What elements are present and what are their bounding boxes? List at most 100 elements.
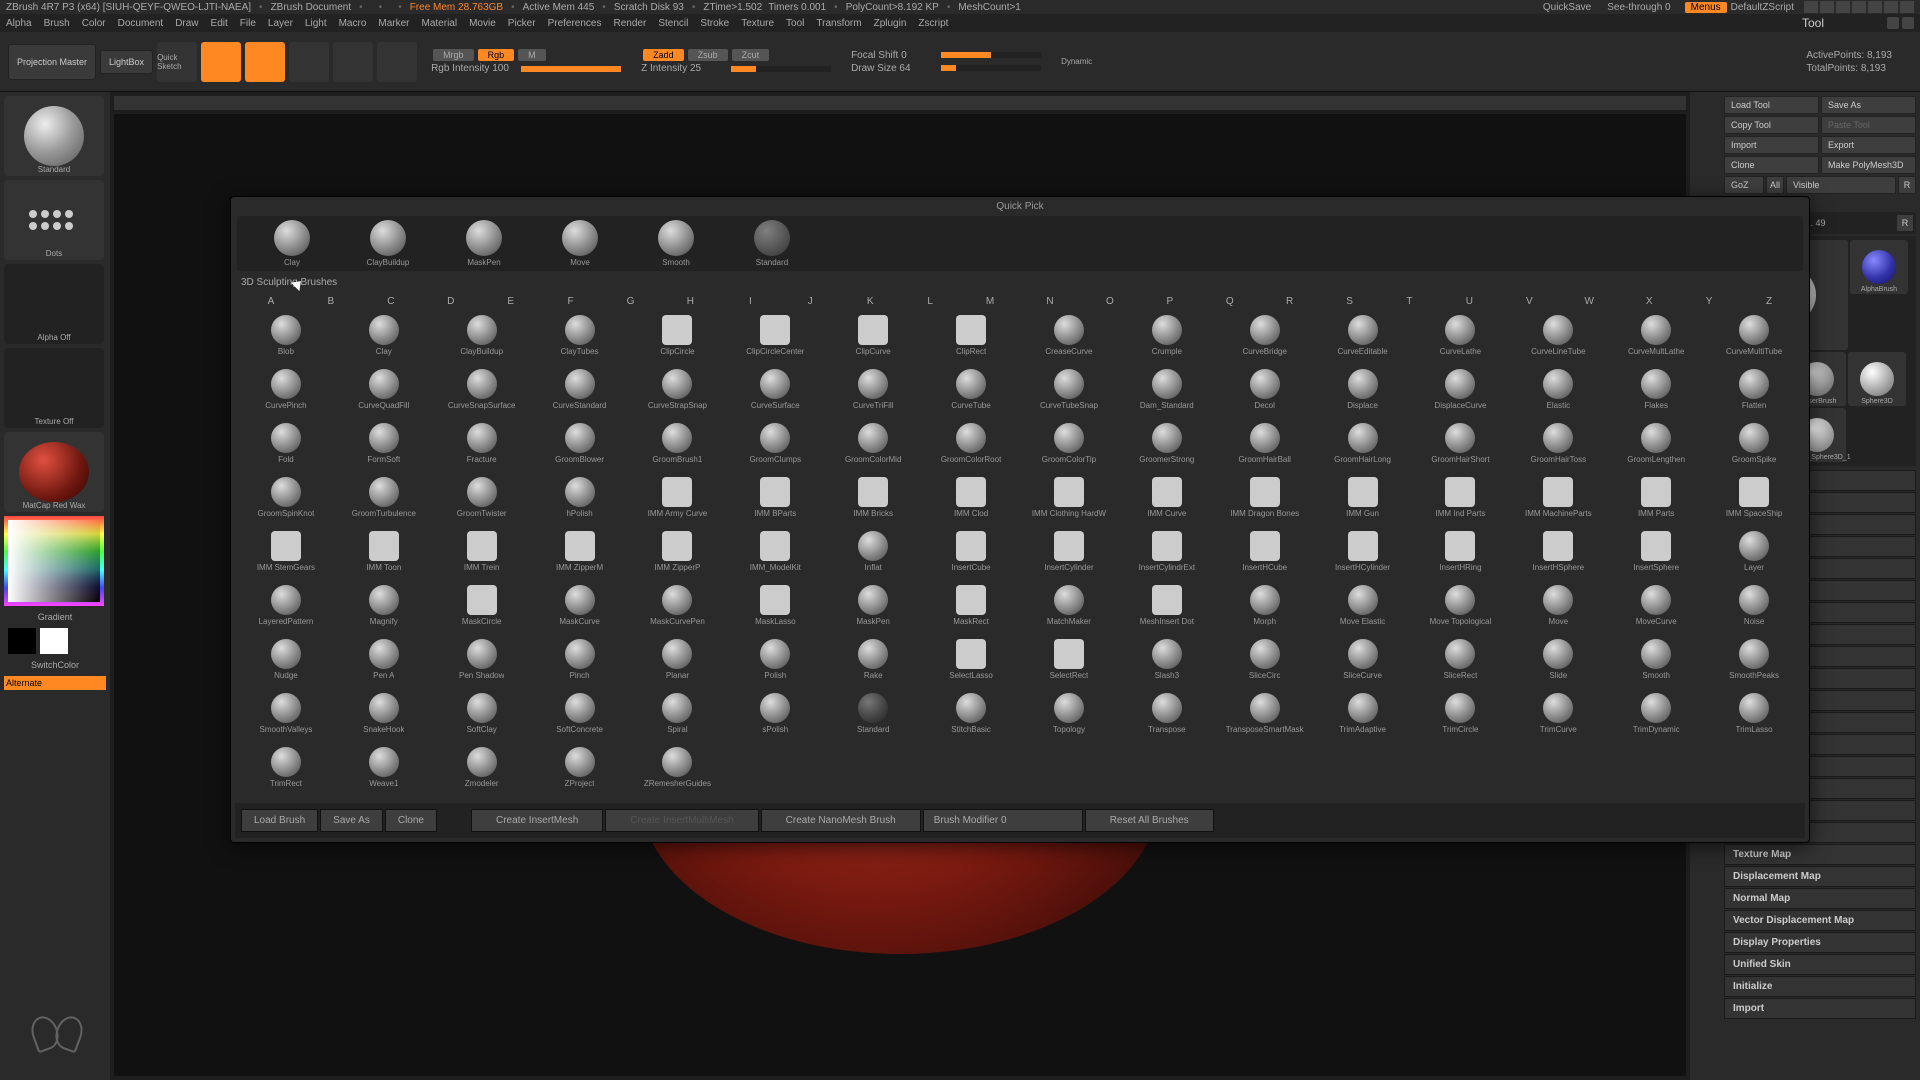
- brush-insertcube[interactable]: InsertCube: [922, 527, 1020, 581]
- menu-movie[interactable]: Movie: [469, 18, 496, 29]
- brush-groomerstrong[interactable]: GroomerStrong: [1118, 419, 1216, 473]
- brush-groomturbulence[interactable]: GroomTurbulence: [335, 473, 433, 527]
- brush-displacecurve[interactable]: DisplaceCurve: [1412, 365, 1510, 419]
- brush-standard[interactable]: Standard: [824, 689, 922, 743]
- alpha-filter-Q[interactable]: Q: [1200, 296, 1260, 307]
- alpha-filter-F[interactable]: F: [541, 296, 601, 307]
- alpha-filter-S[interactable]: S: [1320, 296, 1380, 307]
- edit-mode-button[interactable]: [201, 42, 241, 82]
- brush-spolish[interactable]: sPolish: [726, 689, 824, 743]
- clone-brush-button[interactable]: Clone: [385, 809, 437, 832]
- tool-thumb-sphere3d[interactable]: Sphere3D: [1848, 352, 1906, 406]
- brush-layeredpattern[interactable]: LayeredPattern: [237, 581, 335, 635]
- brush-planar[interactable]: Planar: [629, 635, 727, 689]
- alpha-filter-H[interactable]: H: [660, 296, 720, 307]
- brush-move-elastic[interactable]: Move Elastic: [1314, 581, 1412, 635]
- brush-pen-shadow[interactable]: Pen Shadow: [433, 635, 531, 689]
- brush-curvemultlathe[interactable]: CurveMultLathe: [1607, 311, 1705, 365]
- menu-render[interactable]: Render: [614, 18, 647, 29]
- brush-trimlasso[interactable]: TrimLasso: [1705, 689, 1803, 743]
- menu-document[interactable]: Document: [118, 18, 164, 29]
- stroke-thumbnail[interactable]: Dots: [4, 180, 104, 260]
- window-btn-3[interactable]: [1836, 1, 1850, 13]
- rotate-mode-button[interactable]: [377, 42, 417, 82]
- focal-shift-slider[interactable]: Focal Shift 0: [851, 50, 941, 61]
- goz-all-button[interactable]: All: [1766, 176, 1784, 194]
- alpha-filter-I[interactable]: I: [720, 296, 780, 307]
- zadd-button[interactable]: Zadd: [643, 49, 684, 61]
- zcut-button[interactable]: Zcut: [732, 49, 770, 61]
- move-mode-button[interactable]: [289, 42, 329, 82]
- brush-curveeditable[interactable]: CurveEditable: [1314, 311, 1412, 365]
- reset-brushes-button[interactable]: Reset All Brushes: [1085, 809, 1214, 832]
- brush-crumple[interactable]: Crumple: [1118, 311, 1216, 365]
- goz-visible-button[interactable]: Visible: [1786, 176, 1896, 194]
- goz-r-button[interactable]: R: [1898, 176, 1916, 194]
- brush-maskrect[interactable]: MaskRect: [922, 581, 1020, 635]
- brush-imm-ind-parts[interactable]: IMM Ind Parts: [1412, 473, 1510, 527]
- brush-fracture[interactable]: Fracture: [433, 419, 531, 473]
- brush-slide[interactable]: Slide: [1509, 635, 1607, 689]
- menu-color[interactable]: Color: [82, 18, 106, 29]
- menu-draw[interactable]: Draw: [175, 18, 198, 29]
- brush-decol[interactable]: Decol: [1216, 365, 1314, 419]
- goz-button[interactable]: GoZ: [1724, 176, 1764, 194]
- brush-imm-curve[interactable]: IMM Curve: [1118, 473, 1216, 527]
- brush-clay[interactable]: Clay: [335, 311, 433, 365]
- brush-insertcylinder[interactable]: InsertCylinder: [1020, 527, 1118, 581]
- brush-imm-gun[interactable]: IMM Gun: [1314, 473, 1412, 527]
- brush-curvemultitube[interactable]: CurveMultiTube: [1705, 311, 1803, 365]
- secondary-color[interactable]: [8, 628, 36, 654]
- brush-imm-toon[interactable]: IMM Toon: [335, 527, 433, 581]
- m-button[interactable]: M: [518, 49, 546, 61]
- defaultzscript-button[interactable]: DefaultZScript: [1731, 2, 1794, 13]
- brush-blob[interactable]: Blob: [237, 311, 335, 365]
- brush-snakehook[interactable]: SnakeHook: [335, 689, 433, 743]
- alpha-filter-Y[interactable]: Y: [1679, 296, 1739, 307]
- menu-layer[interactable]: Layer: [268, 18, 293, 29]
- palette-dock-1[interactable]: [1887, 17, 1899, 29]
- brush-stitchbasic[interactable]: StitchBasic: [922, 689, 1020, 743]
- brush-creasecurve[interactable]: CreaseCurve: [1020, 311, 1118, 365]
- alternate-button[interactable]: Alternate: [4, 676, 106, 690]
- window-btn-4[interactable]: [1852, 1, 1866, 13]
- brush-claytubes[interactable]: ClayTubes: [531, 311, 629, 365]
- quick-sketch-icon[interactable]: Quick Sketch: [157, 42, 197, 82]
- brush-zremesherguides[interactable]: ZRemesherGuides: [629, 743, 727, 797]
- brush-fold[interactable]: Fold: [237, 419, 335, 473]
- rgb-button[interactable]: Rgb: [478, 49, 515, 61]
- alpha-filter-P[interactable]: P: [1140, 296, 1200, 307]
- menu-picker[interactable]: Picker: [508, 18, 536, 29]
- alpha-filter-K[interactable]: K: [840, 296, 900, 307]
- brush-groomhairball[interactable]: GroomHairBall: [1216, 419, 1314, 473]
- draw-mode-button[interactable]: [245, 42, 285, 82]
- menus-toggle[interactable]: Menus: [1685, 2, 1727, 13]
- brush-slash3[interactable]: Slash3: [1118, 635, 1216, 689]
- brush-curvepinch[interactable]: CurvePinch: [237, 365, 335, 419]
- brush-inserthcube[interactable]: InsertHCube: [1216, 527, 1314, 581]
- brush-transposesmartmask[interactable]: TransposeSmartMask: [1216, 689, 1314, 743]
- brush-flakes[interactable]: Flakes: [1607, 365, 1705, 419]
- brush-inflat[interactable]: Inflat: [824, 527, 922, 581]
- alpha-filter-O[interactable]: O: [1080, 296, 1140, 307]
- create-nanomesh-button[interactable]: Create NanoMesh Brush: [761, 809, 921, 832]
- projection-master-button[interactable]: Projection Master: [8, 44, 96, 80]
- brush-selectrect[interactable]: SelectRect: [1020, 635, 1118, 689]
- brush-inserthcylinder[interactable]: InsertHCylinder: [1314, 527, 1412, 581]
- brush-transpose[interactable]: Transpose: [1118, 689, 1216, 743]
- brush-weave1[interactable]: Weave1: [335, 743, 433, 797]
- brush-insertcylindrext[interactable]: InsertCylindrExt: [1118, 527, 1216, 581]
- brush-clipcurve[interactable]: ClipCurve: [824, 311, 922, 365]
- mrgb-button[interactable]: Mrgb: [433, 49, 474, 61]
- quickpick-maskpen[interactable]: MaskPen: [439, 220, 529, 267]
- menu-transform[interactable]: Transform: [816, 18, 861, 29]
- alpha-filter-W[interactable]: W: [1559, 296, 1619, 307]
- z-intensity-slider[interactable]: Z Intensity 25: [641, 63, 731, 74]
- brush-slicecirc[interactable]: SliceCirc: [1216, 635, 1314, 689]
- gradient-button[interactable]: Gradient: [4, 610, 106, 624]
- brush-flatten[interactable]: Flatten: [1705, 365, 1803, 419]
- alpha-filter-G[interactable]: G: [601, 296, 661, 307]
- alpha-filter-E[interactable]: E: [481, 296, 541, 307]
- quickpick-standard[interactable]: Standard: [727, 220, 817, 267]
- brush-imm-zipperm[interactable]: IMM ZipperM: [531, 527, 629, 581]
